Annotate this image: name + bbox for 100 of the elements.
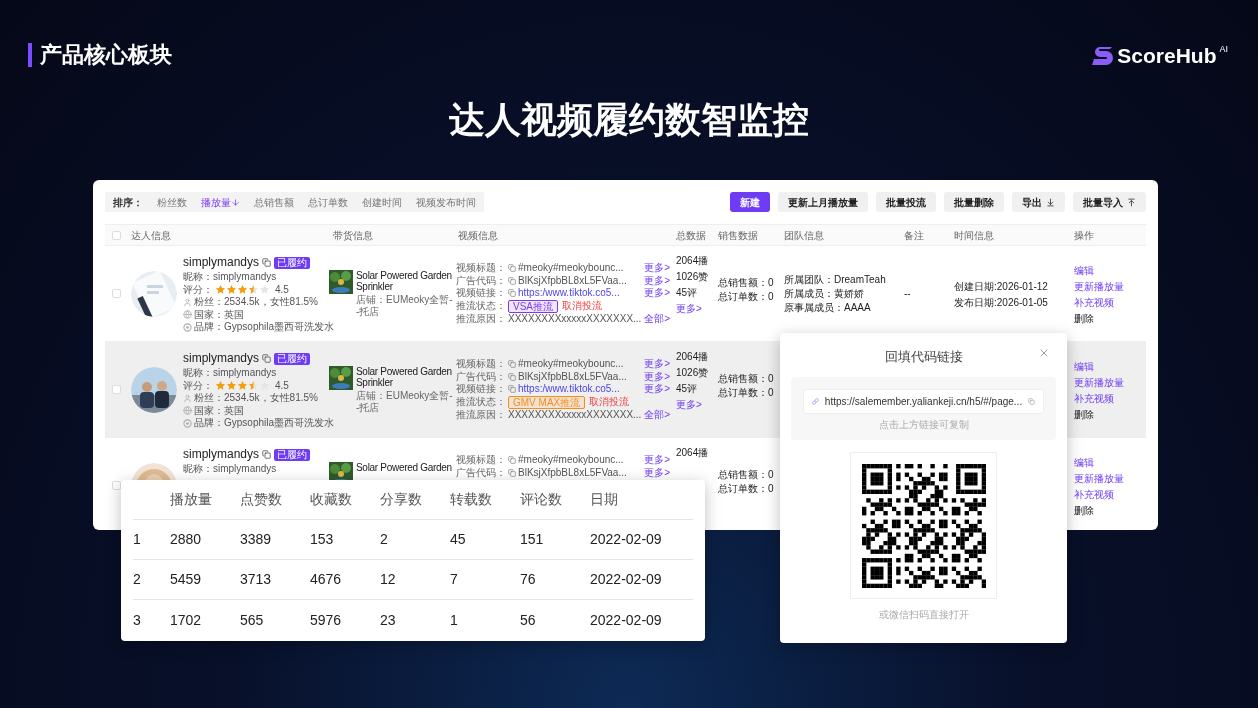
copy-icon[interactable] — [508, 456, 516, 465]
action-link[interactable]: 删除 — [1074, 503, 1094, 519]
video-link[interactable]: https:/www.tiktok.co5... — [518, 383, 620, 396]
cancel-link[interactable]: 取消投流 — [562, 299, 602, 313]
field-value: #meoky#meokybounc... — [518, 454, 624, 467]
field-label: 推流状态： — [456, 395, 506, 409]
copy-icon[interactable] — [508, 360, 516, 369]
status-badge: 已履约 — [274, 352, 311, 365]
copy-icon[interactable] — [262, 354, 272, 363]
upload-icon — [1127, 197, 1136, 207]
more-link[interactable]: 全部> — [644, 312, 670, 325]
table-cell-text: 12 — [380, 570, 397, 589]
column-header: 转载数 — [450, 490, 493, 509]
toolbar-button[interactable]: 批量投流 — [876, 192, 936, 212]
more-link[interactable]: 更多> — [676, 397, 714, 413]
brand-icon — [183, 418, 192, 428]
toolbar-button[interactable]: 批量删除 — [944, 192, 1004, 212]
action-link[interactable]: 更新播放量 — [1074, 279, 1124, 295]
more-link[interactable]: 更多> — [644, 274, 670, 287]
date-text: 发布日期:2026-01-05 — [954, 296, 1049, 310]
field-value: #meoky#meokybounc... — [518, 358, 624, 371]
column-header: 销售数据 — [717, 228, 759, 243]
table-cell-text: 2022-02-09 — [590, 570, 663, 589]
field-value: XXXXXXXXxxxxxXXXXXXX... — [508, 408, 642, 421]
country-text: 国家：英国 — [194, 308, 244, 321]
more-link[interactable]: 更多> — [676, 301, 714, 317]
product-name: Solar Powered Garden — [356, 462, 453, 473]
more-link[interactable]: 更多> — [644, 383, 670, 396]
action-link[interactable]: 更新播放量 — [1074, 471, 1124, 487]
copy-icon[interactable] — [508, 264, 516, 273]
copy-icon[interactable] — [508, 385, 516, 394]
action-link[interactable]: 删除 — [1074, 311, 1094, 327]
copy-icon[interactable] — [508, 276, 516, 285]
table-cell-text: 7 — [450, 570, 459, 589]
note-text: -- — [904, 287, 911, 301]
table-cell-text: 5459 — [170, 570, 203, 589]
more-link[interactable]: 更多> — [644, 287, 670, 300]
rating-label: 评分： — [183, 283, 213, 296]
fans-text: 粉丝：2534.5k，女性81.5% — [194, 296, 318, 309]
link-field[interactable]: https://salemember.yaliankeji.cn/h5/#/page... — [803, 389, 1044, 414]
dialog-title: 回填代码链接 — [884, 348, 963, 366]
checkbox[interactable] — [111, 230, 121, 240]
status-badge: 已履约 — [274, 256, 311, 269]
action-link[interactable]: 删除 — [1074, 407, 1094, 423]
download-icon — [1046, 197, 1055, 207]
status-badge: 已履约 — [274, 448, 311, 461]
brand-text: 品牌：Gypsophila墨西哥洗发水 — [194, 417, 335, 430]
column-header: 操作 — [1073, 228, 1095, 243]
action-link[interactable]: 编辑 — [1074, 359, 1094, 375]
sort-option[interactable]: 总订单数 — [308, 194, 348, 210]
more-link[interactable]: 更多> — [644, 262, 670, 275]
video-link[interactable]: https:/www.tiktok.co5... — [518, 287, 620, 300]
action-link[interactable]: 编辑 — [1074, 455, 1094, 471]
sort-option[interactable]: 粉丝数 — [157, 194, 187, 210]
action-link[interactable]: 补充视频 — [1074, 391, 1114, 407]
checkbox[interactable] — [111, 385, 121, 394]
action-link[interactable]: 补充视频 — [1074, 295, 1114, 311]
status-tag: GMV MAX推流 — [508, 395, 586, 409]
star-icon — [226, 380, 237, 392]
sort-option[interactable]: 视频发布时间 — [416, 194, 476, 210]
nickname-text: 昵称：simplymandys — [183, 367, 278, 380]
action-link[interactable]: 更新播放量 — [1074, 375, 1124, 391]
copy-icon[interactable] — [262, 258, 272, 267]
sales-stat: 总销售额：0 — [718, 276, 775, 290]
star-icon — [215, 380, 226, 392]
toolbar-button[interactable]: 更新上月播放量 — [778, 192, 868, 212]
sort-option[interactable]: 播放量 — [201, 194, 240, 210]
more-link[interactable]: 更多> — [644, 370, 670, 383]
product-name: Solar Powered Garden Sprinkler — [356, 270, 453, 292]
field-label: 视频标题： — [456, 262, 506, 275]
checkbox[interactable] — [111, 481, 121, 490]
sort-option[interactable]: 总销售额 — [254, 194, 294, 210]
copy-icon[interactable] — [1028, 397, 1035, 406]
copy-icon[interactable] — [508, 289, 516, 298]
toolbar-button[interactable]: 新建 — [730, 192, 770, 212]
copy-icon[interactable] — [508, 372, 516, 381]
copy-icon[interactable] — [262, 450, 272, 459]
nickname-text: 昵称：simplymandys — [183, 271, 278, 284]
globe-icon — [183, 406, 192, 416]
star-icon — [237, 380, 248, 392]
field-label: 广告代码： — [456, 370, 506, 383]
more-link[interactable]: 全部> — [644, 408, 670, 421]
more-link[interactable]: 更多> — [644, 466, 670, 479]
toolbar-button[interactable]: 导出 — [1012, 192, 1065, 212]
total-stat: 1026赞 — [676, 366, 710, 380]
more-link[interactable]: 更多> — [644, 454, 670, 467]
cancel-link[interactable]: 取消投流 — [589, 395, 630, 409]
action-link[interactable]: 补充视频 — [1074, 487, 1114, 503]
more-link[interactable]: 更多> — [644, 358, 670, 371]
sort-option[interactable]: 创建时间 — [362, 194, 402, 210]
total-stat: 2064播 — [676, 254, 710, 268]
action-link[interactable]: 编辑 — [1074, 263, 1094, 279]
close-icon[interactable] — [1038, 347, 1050, 359]
copy-icon[interactable] — [508, 468, 516, 477]
logo-superscript: AI — [1219, 44, 1228, 54]
checkbox[interactable] — [111, 289, 121, 298]
toolbar-button[interactable]: 批量导入 — [1073, 192, 1146, 212]
table-cell-text: 1 — [133, 530, 142, 549]
fans-text: 粉丝：2534.5k，女性81.5% — [194, 392, 318, 405]
total-stat: 2064播 — [676, 350, 710, 364]
